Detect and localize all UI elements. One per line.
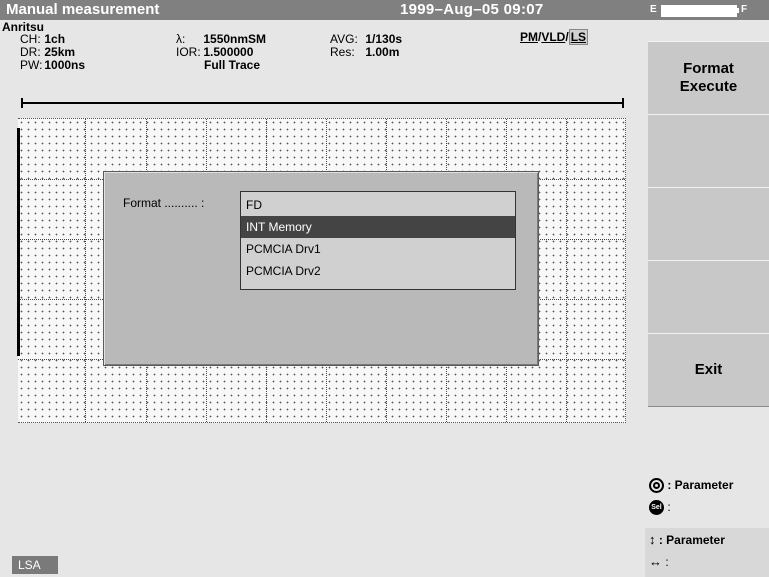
leftright-arrow-icon: ↔ — [649, 554, 662, 569]
params-col-3: AVG: 1/130s Res: 1.00m — [330, 33, 402, 59]
format-dialog: Format .......... : FD INT Memory PCMCIA… — [103, 171, 539, 366]
ior-value: 1.500000 — [203, 45, 254, 59]
mode-pm: PM — [520, 30, 538, 44]
mode-vld: VLD — [541, 30, 566, 44]
res-label: Res: — [330, 45, 355, 59]
pw-value: 1000ns — [44, 58, 86, 72]
status-mode-badge: LSA — [12, 556, 58, 574]
measurement-mode-indicator: PM/VLD/LS — [520, 29, 589, 45]
params-col-1: CH: 1ch DR: 25km PW: 1000ns — [20, 33, 85, 72]
softkey-3[interactable] — [648, 187, 769, 261]
softkey-4[interactable] — [648, 260, 769, 334]
trace-value: Full Trace — [204, 58, 261, 72]
res-value: 1.00m — [365, 45, 400, 59]
format-option-int-memory[interactable]: INT Memory — [241, 216, 515, 238]
battery-full-label: F — [741, 4, 748, 15]
grid-vline — [85, 119, 86, 422]
battery-icon — [661, 5, 737, 17]
updown-help: ↕ : Parameter — [649, 532, 725, 547]
updown-help-text: : Parameter — [658, 533, 725, 547]
encoder-help: : Parameter — [649, 478, 734, 494]
battery-terminal — [736, 8, 739, 13]
distance-scale-bar — [21, 98, 624, 108]
title-bar: Manual measurement 1999–Aug–05 09:07 — [0, 0, 640, 20]
grid-vline — [566, 119, 567, 422]
updown-arrow-icon: ↕ — [649, 532, 656, 547]
softkey-2[interactable] — [648, 114, 769, 188]
format-target-list[interactable]: FD INT Memory PCMCIA Drv1 PCMCIA Drv2 — [240, 191, 516, 290]
ior-label: IOR: — [176, 45, 201, 59]
date-time: 1999–Aug–05 09:07 — [400, 1, 544, 18]
scale-tick-left — [21, 98, 23, 108]
params-col-2: λ: 1550nmSM IOR: 1.500000 Full Trace — [176, 33, 266, 72]
scale-tick-right — [622, 98, 624, 108]
format-option-pcmcia-drv2[interactable]: PCMCIA Drv2 — [241, 260, 515, 282]
dr-value: 25km — [44, 45, 76, 59]
avg-value: 1/130s — [365, 32, 403, 46]
battery-indicator: E F — [640, 0, 769, 20]
select-help-text: : — [667, 500, 671, 514]
pw-label: PW: — [20, 58, 43, 72]
select-key-icon: Sel — [649, 500, 664, 516]
format-execute-line1: Format — [683, 60, 734, 77]
leftright-help-text: : — [665, 555, 669, 569]
window-title: Manual measurement — [6, 1, 160, 18]
select-help: Sel : — [649, 500, 671, 516]
format-execute-button[interactable]: Format Execute — [648, 41, 769, 115]
rotary-knob-icon — [649, 478, 664, 494]
encoder-help-text: : Parameter — [667, 478, 734, 492]
key-help-panel: : Parameter Sel : ↕ : Parameter ↔ : — [645, 470, 769, 577]
format-option-fd[interactable]: FD — [241, 194, 515, 216]
ch-value: 1ch — [44, 32, 66, 46]
battery-empty-label: E — [650, 4, 657, 15]
exit-button[interactable]: Exit — [648, 333, 769, 407]
cursor-marker[interactable] — [17, 128, 20, 356]
lambda-value: 1550nmSM — [203, 32, 267, 46]
format-label: Format .......... : — [123, 196, 205, 210]
leftright-help: ↔ : — [649, 554, 669, 569]
format-option-pcmcia-drv1[interactable]: PCMCIA Drv1 — [241, 238, 515, 260]
arrow-help-area: ↕ : Parameter ↔ : — [645, 528, 769, 577]
format-execute-line2: Execute — [679, 78, 738, 95]
mode-ls: LS — [568, 29, 589, 45]
